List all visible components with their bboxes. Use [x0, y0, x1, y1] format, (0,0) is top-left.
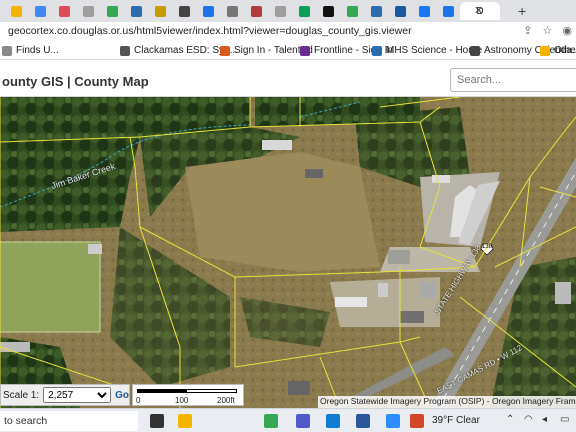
- powerpoint-icon[interactable]: [410, 414, 424, 428]
- browser-tab[interactable]: [340, 2, 364, 20]
- facebook-icon: [418, 5, 430, 17]
- browser-tab[interactable]: [244, 2, 268, 20]
- browser-tab[interactable]: [172, 2, 196, 20]
- browser-tab[interactable]: [316, 2, 340, 20]
- code-icon: [130, 5, 142, 17]
- chevron-up-icon[interactable]: ⌃: [506, 414, 514, 425]
- docs-icon: [202, 5, 214, 17]
- app-header: ounty GIS | County Map: [0, 61, 576, 97]
- address-bar[interactable]: geocortex.co.douglas.or.us/html5viewer/i…: [0, 22, 576, 42]
- heart-icon: [58, 5, 70, 17]
- imagery-attribution: Oregon Statewide Imagery Program (OSIP) …: [318, 396, 576, 408]
- taskbar: to search 39°F Clear ⌃ ◠ ◂ ▭: [0, 408, 576, 432]
- file-explorer-icon[interactable]: [178, 414, 192, 428]
- bookmarks-bar: Finds U... Clackamas ESD: Syn... Sign In -…: [0, 42, 576, 60]
- home-icon: [250, 5, 262, 17]
- network-icon[interactable]: ◠: [524, 414, 533, 425]
- task-view-icon[interactable]: [150, 414, 164, 428]
- browser-tab[interactable]: [76, 2, 100, 20]
- browser-tab[interactable]: [28, 2, 52, 20]
- browser-tab[interactable]: [412, 2, 436, 20]
- battery-icon[interactable]: ▭: [560, 414, 569, 425]
- browser-tab[interactable]: [292, 2, 316, 20]
- bookmark-item[interactable]: Other boo: [540, 45, 576, 56]
- new-tab-icon[interactable]: +: [518, 3, 526, 19]
- app-icon: [322, 5, 334, 17]
- bookmark-item[interactable]: Finds U...: [2, 45, 59, 56]
- map-view[interactable]: Jim Baker Creek STATE HIGHWAY 138 EAST C…: [0, 97, 576, 408]
- browser-tab[interactable]: [124, 2, 148, 20]
- taskbar-search-text: to search: [4, 415, 48, 427]
- volume-icon[interactable]: ◂: [542, 414, 547, 425]
- share-icon[interactable]: ⇪: [523, 24, 532, 37]
- tab-strip: D: [0, 0, 576, 22]
- scale-select[interactable]: 2,257: [43, 387, 112, 403]
- scale-bar: 0 100 200ft: [132, 384, 244, 406]
- browser-tab[interactable]: [100, 2, 124, 20]
- compass-icon: [178, 5, 190, 17]
- scale-tick-2: 200ft: [217, 396, 235, 405]
- bookmark-label: MHS Science - Home: [386, 45, 483, 56]
- bookmark-favicon-icon: [220, 45, 230, 56]
- edge-icon[interactable]: [326, 414, 340, 428]
- url-text[interactable]: geocortex.co.douglas.or.us/html5viewer/i…: [8, 25, 412, 37]
- bookmark-favicon-icon: [120, 45, 130, 56]
- browser-tab[interactable]: [388, 2, 412, 20]
- bookmark-favicon-icon: [300, 45, 310, 56]
- word-icon[interactable]: [356, 414, 370, 428]
- document-icon: [82, 5, 94, 17]
- bookmark-label: Finds U...: [16, 45, 59, 56]
- chrome-icon[interactable]: [264, 414, 278, 428]
- scale-tick-0: 0: [136, 396, 141, 405]
- globe-icon: [442, 5, 454, 17]
- taskbar-search[interactable]: to search: [0, 411, 138, 431]
- page-title: ounty GIS | County Map: [2, 74, 149, 89]
- route-shield-label: 138: [482, 244, 493, 250]
- tab-close-icon[interactable]: ✕: [474, 4, 483, 17]
- bookmark-item[interactable]: MHS Science - Home: [372, 45, 482, 56]
- search-input[interactable]: [450, 68, 576, 92]
- browser-tab[interactable]: [4, 2, 28, 20]
- address-icons: ⇪ ☆ ◉: [523, 24, 572, 37]
- scale-tick-1: 100: [175, 396, 189, 405]
- document-icon: [34, 5, 46, 17]
- bookmark-item[interactable]: Sign In - TalentEd: [220, 45, 313, 56]
- folder-icon: [10, 5, 22, 17]
- scale-control: Scale 1: 2,257 Go: [0, 384, 130, 406]
- map-pin-icon: [346, 5, 358, 17]
- profile-icon[interactable]: ◉: [562, 24, 572, 37]
- sheets-icon: [298, 5, 310, 17]
- map-pin-icon: [106, 5, 118, 17]
- browser-tab[interactable]: [220, 2, 244, 20]
- go-button[interactable]: Go: [115, 390, 129, 401]
- bookmark-label: Other boo: [554, 45, 576, 56]
- browser-tab[interactable]: [364, 2, 388, 20]
- zoom-icon[interactable]: [386, 414, 400, 428]
- calendar-icon: [370, 5, 382, 17]
- browser-tab[interactable]: [196, 2, 220, 20]
- scale-label: Scale 1:: [3, 389, 40, 401]
- chart-icon: [394, 5, 406, 17]
- bookmark-favicon-icon: [540, 45, 550, 56]
- bookmark-star-icon[interactable]: ☆: [543, 24, 553, 37]
- document-icon: [274, 5, 286, 17]
- scale-bar-graphic: [137, 389, 237, 393]
- teams-icon[interactable]: [296, 414, 310, 428]
- weather-widget[interactable]: 39°F Clear: [432, 415, 480, 426]
- bookmark-favicon-icon: [2, 45, 12, 56]
- bookmark-favicon-icon: [372, 45, 382, 56]
- browser-tab[interactable]: [268, 2, 292, 20]
- browser-tab[interactable]: [52, 2, 76, 20]
- bookmark-favicon-icon: [470, 45, 480, 56]
- browser-tab[interactable]: [148, 2, 172, 20]
- lightbulb-icon: [154, 5, 166, 17]
- browser-tab[interactable]: [436, 2, 460, 20]
- page-icon: [226, 5, 238, 17]
